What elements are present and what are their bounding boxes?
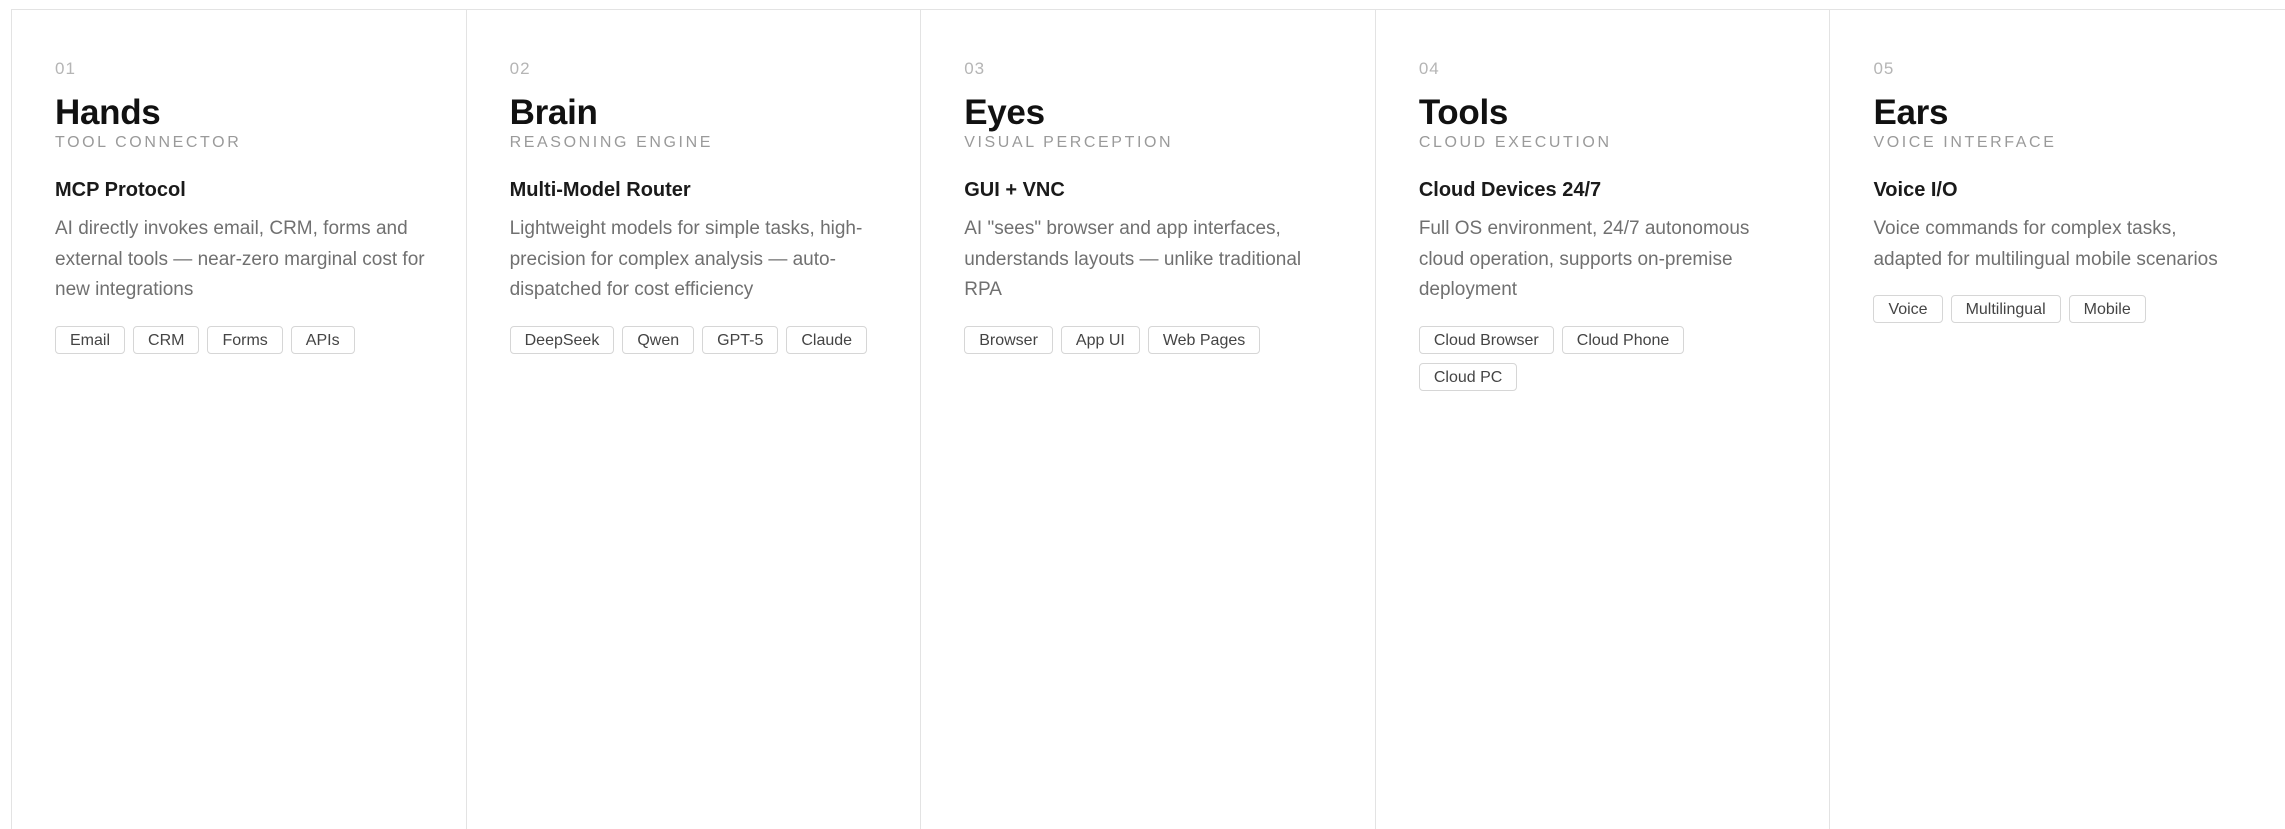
tag-cloud-browser[interactable]: Cloud Browser <box>1418 325 1554 354</box>
card-eyes: 03 Eyes VISUAL PERCEPTION GUI + VNC AI "… <box>921 10 1376 829</box>
capabilities-grid: 01 Hands TOOL CONNECTOR MCP Protocol AI … <box>11 9 2285 829</box>
card-number: 05 <box>1873 59 1895 78</box>
tag-gpt-5[interactable]: GPT-5 <box>702 325 779 354</box>
card-ears: 05 Ears VOICE INTERFACE Voice I/O Voice … <box>1830 10 2285 829</box>
tag-mobile[interactable]: Mobile <box>2068 295 2146 323</box>
tag-deepseek[interactable]: DeepSeek <box>509 325 615 354</box>
card-brain: 02 Brain REASONING ENGINE Multi-Model Ro… <box>467 10 922 829</box>
card-title: Tools <box>1418 93 1509 132</box>
card-number: 04 <box>1418 59 1440 78</box>
tag-web-pages[interactable]: Web Pages <box>1147 325 1261 354</box>
card-description: Lightweight models for simple tasks, hig… <box>509 218 863 300</box>
tag-forms[interactable]: Forms <box>207 325 283 354</box>
card-feature: Multi-Model Router <box>509 179 691 201</box>
card-hands: 01 Hands TOOL CONNECTOR MCP Protocol AI … <box>12 10 467 829</box>
tag-qwen[interactable]: Qwen <box>622 325 695 354</box>
card-description: AI directly invokes email, CRM, forms an… <box>55 218 425 300</box>
tag-crm[interactable]: CRM <box>133 325 200 354</box>
card-tools: 04 Tools CLOUD EXECUTION Cloud Devices 2… <box>1376 10 1831 829</box>
card-title: Ears <box>1873 93 1949 132</box>
card-subtitle: REASONING ENGINE <box>509 134 714 151</box>
card-feature: Voice I/O <box>1873 179 1958 201</box>
tag-list: Voice Multilingual Mobile <box>1873 295 2245 323</box>
tag-cloud-phone[interactable]: Cloud Phone <box>1561 325 1685 354</box>
tag-app-ui[interactable]: App UI <box>1060 325 1140 354</box>
card-title: Hands <box>55 93 161 132</box>
card-subtitle: VOICE INTERFACE <box>1873 134 2057 151</box>
card-number: 01 <box>55 59 76 78</box>
card-subtitle: CLOUD EXECUTION <box>1418 134 1612 151</box>
tag-voice[interactable]: Voice <box>1873 295 1943 323</box>
tag-browser[interactable]: Browser <box>964 325 1053 354</box>
card-title: Eyes <box>964 93 1045 132</box>
tag-list: Email CRM Forms APIs <box>55 325 426 354</box>
card-subtitle: TOOL CONNECTOR <box>55 134 242 151</box>
card-number: 02 <box>509 59 531 78</box>
card-feature: MCP Protocol <box>55 179 186 201</box>
card-feature: Cloud Devices 24/7 <box>1418 179 1602 201</box>
card-description: Full OS environment, 24/7 autonomous clo… <box>1418 218 1750 300</box>
tag-list: Browser App UI Web Pages <box>964 325 1335 354</box>
tag-cloud-pc[interactable]: Cloud PC <box>1418 362 1518 391</box>
tag-apis[interactable]: APIs <box>290 325 355 354</box>
tag-multilingual[interactable]: Multilingual <box>1950 295 2061 323</box>
tag-claude[interactable]: Claude <box>786 325 868 354</box>
card-description: AI "sees" browser and app interfaces, un… <box>964 218 1302 300</box>
tag-list: DeepSeek Qwen GPT-5 Claude <box>509 325 881 354</box>
card-subtitle: VISUAL PERCEPTION <box>964 134 1174 151</box>
card-feature: GUI + VNC <box>964 179 1065 201</box>
tag-list: Cloud Browser Cloud Phone Cloud PC <box>1418 325 1790 391</box>
card-number: 03 <box>964 59 986 78</box>
card-description: Voice commands for complex tasks, adapte… <box>1873 218 2218 270</box>
tag-email[interactable]: Email <box>55 325 126 354</box>
card-title: Brain <box>509 93 598 132</box>
